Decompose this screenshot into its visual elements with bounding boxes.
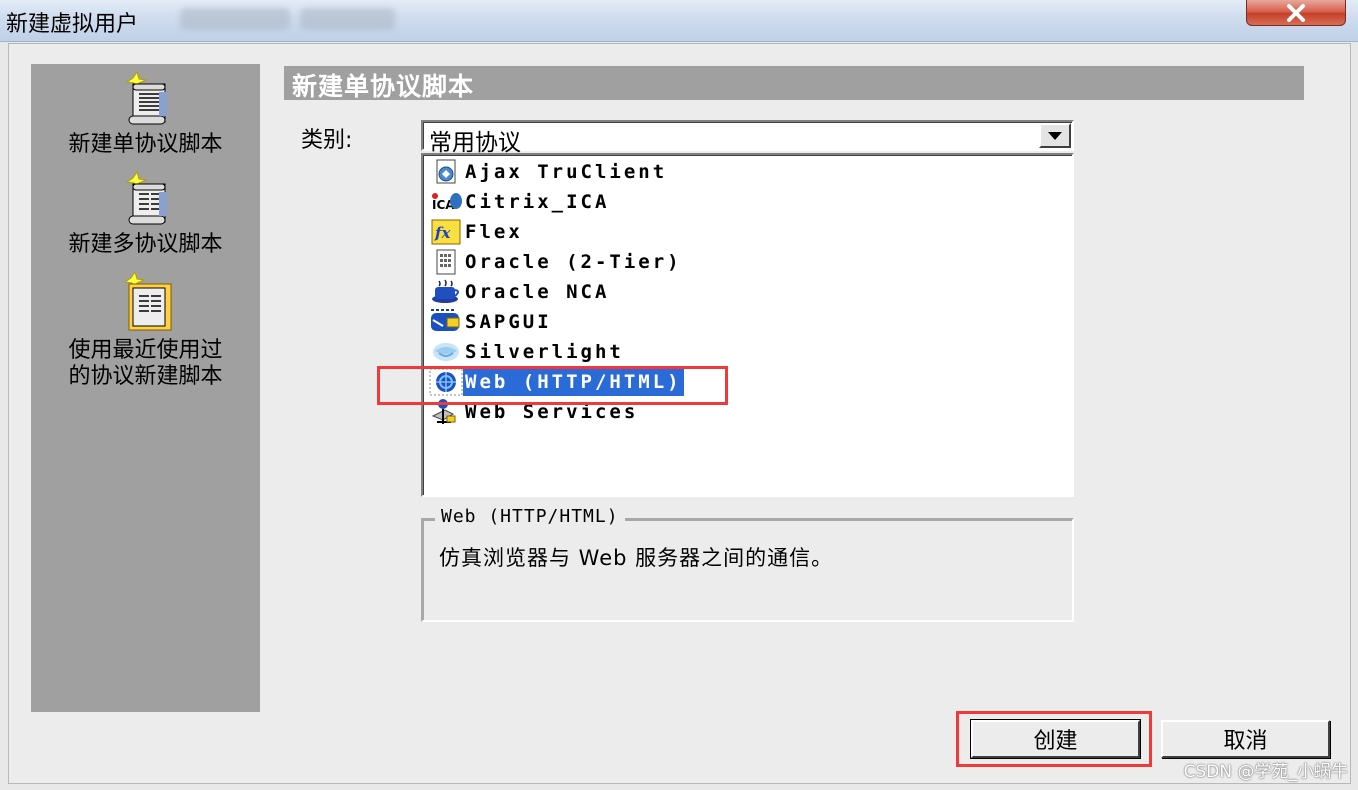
oracle-nca-icon <box>429 277 463 307</box>
recent-script-icon <box>123 272 171 331</box>
sapgui-icon <box>429 307 463 337</box>
description-legend: Web (HTTP/HTML) <box>435 506 625 527</box>
list-item[interactable]: ICA Citrix_ICA <box>429 187 611 217</box>
category-value: 常用协议 <box>429 130 521 156</box>
list-item[interactable]: fx Flex <box>429 217 525 247</box>
new-single-script-item[interactable]: 新建单协议脚本 <box>31 70 260 158</box>
list-item-label: Oracle (2-Tier) <box>465 251 682 273</box>
section-title: 新建单协议脚本 <box>292 72 475 101</box>
description-text: 仿真浏览器与 Web 服务器之间的通信。 <box>439 546 834 570</box>
new-multi-script-item[interactable]: 新建多协议脚本 <box>31 170 260 258</box>
list-item[interactable]: SAPGUI <box>429 307 554 337</box>
window-title: 新建虚拟用户 <box>6 12 139 37</box>
chevron-down-icon <box>1048 131 1062 140</box>
svg-text:fx: fx <box>434 224 451 242</box>
recent-script-label-line1: 使用最近使用过 <box>68 338 223 363</box>
close-button[interactable] <box>1246 0 1346 26</box>
new-multi-script-icon <box>125 170 167 225</box>
silverlight-icon <box>429 337 463 367</box>
section-header: 新建单协议脚本 <box>284 66 1304 101</box>
list-item-label: Flex <box>465 221 523 243</box>
list-item-label: Oracle NCA <box>465 281 610 303</box>
new-multi-script-label: 新建多协议脚本 <box>68 232 223 257</box>
ajax-truclient-icon <box>429 157 463 187</box>
title-bar: 新建虚拟用户 <box>0 0 1358 42</box>
list-item-label: SAPGUI <box>465 311 552 333</box>
cancel-button[interactable]: 取消 <box>1161 720 1330 758</box>
recent-script-label-line2: 的协议新建脚本 <box>68 364 223 389</box>
protocol-list[interactable]: Ajax TruClient ICA Citrix_ICA fx Flex Or… <box>421 153 1074 497</box>
new-single-script-label: 新建单协议脚本 <box>68 132 223 157</box>
list-item-label: Ajax TruClient <box>465 161 668 183</box>
new-single-script-icon <box>125 70 167 125</box>
category-select[interactable]: 常用协议 <box>421 120 1074 156</box>
list-item[interactable]: Oracle (2-Tier) <box>429 247 684 277</box>
left-panel: 新建单协议脚本 新建多协议脚本 使用最近使用过 的协议新建脚本 <box>31 64 260 712</box>
close-icon <box>1287 3 1305 22</box>
dropdown-button[interactable] <box>1039 123 1071 148</box>
highlight-box-create <box>956 711 1152 767</box>
list-item-label: Citrix_ICA <box>465 191 610 213</box>
list-item[interactable]: Ajax TruClient <box>429 157 669 187</box>
category-label: 类别: <box>301 128 353 153</box>
dialog-client: 新建单协议脚本 新建多协议脚本 使用最近使用过 的协议新建脚本 新建单协议脚本 … <box>8 43 1351 784</box>
list-item[interactable]: Oracle NCA <box>429 277 611 307</box>
description-group: Web (HTTP/HTML) 仿真浏览器与 Web 服务器之间的通信。 <box>421 506 1074 622</box>
highlight-box-selection <box>377 366 728 405</box>
recent-script-item[interactable]: 使用最近使用过 的协议新建脚本 <box>31 272 260 390</box>
flex-icon: fx <box>429 217 463 247</box>
blurred-region <box>300 8 395 30</box>
blurred-region <box>180 8 290 30</box>
oracle-2tier-icon <box>429 247 463 277</box>
list-item[interactable]: Silverlight <box>429 337 626 367</box>
citrix-ica-icon: ICA <box>429 187 463 217</box>
watermark: CSDN @学苑_小蜗牛 <box>1183 762 1348 782</box>
list-item-label: Silverlight <box>465 341 624 363</box>
